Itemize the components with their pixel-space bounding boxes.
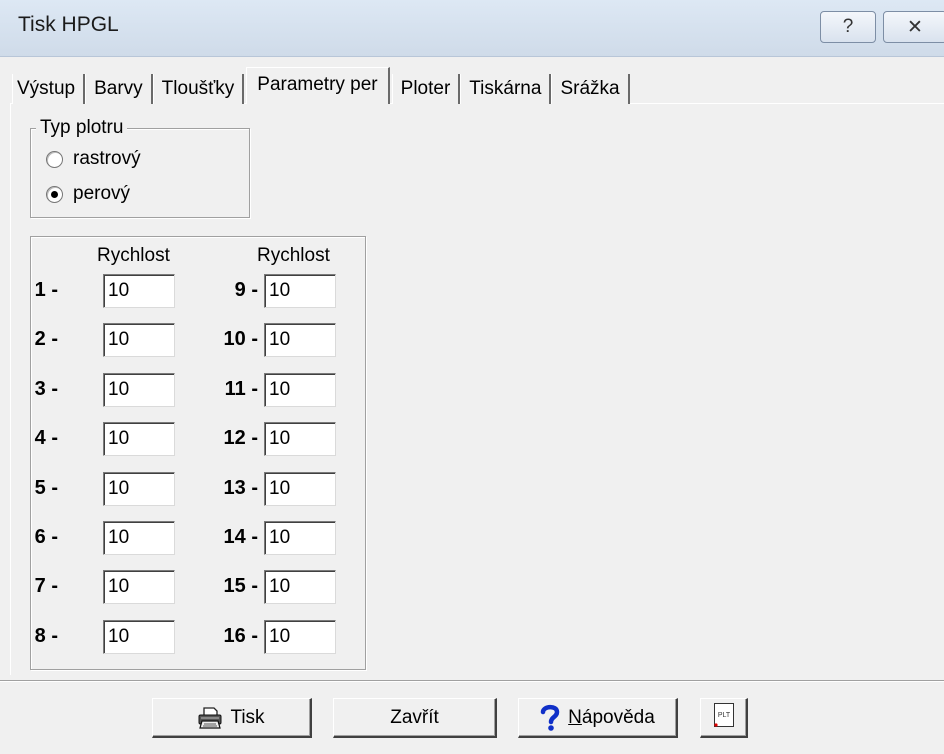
pen-label: 8 - bbox=[34, 624, 58, 647]
pen-speed-input[interactable] bbox=[103, 570, 175, 605]
radio-raster[interactable]: rastrový bbox=[46, 148, 141, 170]
pen-speed-input[interactable] bbox=[103, 323, 175, 358]
help-button[interactable]: Nápověda bbox=[518, 698, 678, 738]
pen-speed-input[interactable] bbox=[264, 323, 336, 358]
pen-speed-input[interactable] bbox=[264, 471, 336, 506]
pen-label: 16 - bbox=[223, 624, 258, 647]
pen-label: 3 - bbox=[34, 377, 58, 400]
help-icon: ? bbox=[842, 16, 854, 37]
print-button-label: Tisk bbox=[230, 706, 265, 728]
pen-label: 4 - bbox=[34, 427, 58, 450]
pen-label: 10 - bbox=[223, 328, 258, 351]
pen-speed-input[interactable] bbox=[264, 372, 336, 407]
tab-ploter[interactable]: Ploter bbox=[391, 74, 461, 104]
tab-strip: Výstup Barvy Tloušťky Parametry per Plot… bbox=[12, 67, 630, 104]
pen-speed-input[interactable] bbox=[103, 471, 175, 506]
question-mark-icon bbox=[540, 704, 560, 732]
pen-speed-input[interactable] bbox=[264, 422, 336, 457]
pen-label: 12 - bbox=[223, 427, 258, 450]
tab-tiskarna[interactable]: Tiskárna bbox=[460, 74, 552, 104]
pen-label: 2 - bbox=[34, 328, 58, 351]
pen-label: 6 - bbox=[34, 526, 58, 548]
tab-vystup[interactable]: Výstup bbox=[12, 74, 86, 104]
pen-label: 9 - bbox=[234, 279, 258, 301]
context-help-button[interactable]: ? bbox=[820, 11, 876, 43]
close-window-button[interactable]: ✕ bbox=[883, 11, 944, 43]
print-hpgl-dialog: Tisk HPGL ? ✕ Výstup Barvy Tloušťky Para… bbox=[0, 0, 944, 754]
close-icon: ✕ bbox=[907, 16, 923, 38]
bottom-separator bbox=[0, 680, 944, 682]
pen-label: 1 - bbox=[34, 279, 58, 301]
pen-label: 7 - bbox=[34, 575, 58, 598]
pen-speed-input[interactable] bbox=[264, 274, 336, 308]
radio-button-selected-icon[interactable] bbox=[46, 185, 63, 203]
radio-raster-label: rastrový bbox=[73, 148, 141, 169]
close-button[interactable]: Zavřít bbox=[333, 698, 497, 738]
radio-button-icon[interactable] bbox=[46, 150, 63, 168]
pen-speed-input[interactable] bbox=[103, 372, 175, 407]
help-button-label: Nápověda bbox=[568, 706, 655, 728]
svg-text:PLT: PLT bbox=[717, 712, 730, 719]
radio-pen-label: perový bbox=[73, 183, 131, 204]
plotter-type-legend: Typ plotru bbox=[36, 117, 128, 139]
print-button[interactable]: Tisk bbox=[152, 698, 312, 738]
pen-speed-input[interactable] bbox=[264, 619, 336, 654]
pen-label: 5 - bbox=[34, 476, 58, 499]
tab-srazka[interactable]: Srážka bbox=[551, 74, 630, 104]
pen-speed-input[interactable] bbox=[103, 619, 175, 654]
tab-barvy[interactable]: Barvy bbox=[85, 74, 153, 104]
pen-speed-input[interactable] bbox=[264, 570, 336, 605]
pen-label: 13 - bbox=[223, 476, 258, 499]
speed-header-left: Rychlost bbox=[97, 245, 170, 266]
plt-button[interactable]: PLT bbox=[700, 698, 748, 738]
speed-header-right: Rychlost bbox=[257, 245, 330, 266]
pen-speed-input[interactable] bbox=[103, 274, 175, 308]
window-title: Tisk HPGL bbox=[18, 13, 119, 36]
pen-label: 15 - bbox=[223, 575, 258, 598]
radio-pen[interactable]: perový bbox=[46, 183, 130, 205]
title-bar: Tisk HPGL ? ✕ bbox=[0, 0, 944, 57]
pen-label: 14 - bbox=[223, 526, 258, 548]
pen-speed-input[interactable] bbox=[264, 521, 336, 555]
pen-speed-input[interactable] bbox=[103, 521, 175, 555]
tab-parametry-per[interactable]: Parametry per bbox=[246, 67, 390, 104]
pen-speed-input[interactable] bbox=[103, 422, 175, 457]
printer-icon bbox=[198, 706, 222, 729]
close-button-label: Zavřít bbox=[390, 706, 439, 728]
pen-label: 11 - bbox=[224, 377, 258, 400]
tab-tloustky[interactable]: Tloušťky bbox=[152, 74, 245, 104]
plt-file-icon: PLT bbox=[713, 702, 735, 734]
